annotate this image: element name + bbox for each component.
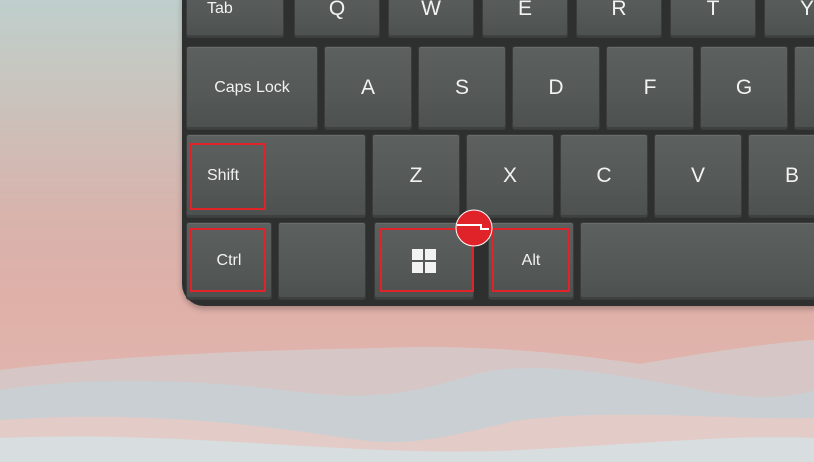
key-f[interactable]: F [606, 46, 694, 130]
key-v[interactable]: V [654, 134, 742, 218]
key-z[interactable]: Z [372, 134, 460, 218]
key-c[interactable]: C [560, 134, 648, 218]
key-shift[interactable]: Shift [186, 134, 366, 218]
key-label: Shift [207, 167, 240, 184]
key-fn[interactable] [278, 222, 366, 300]
key-space[interactable] [580, 222, 814, 300]
key-label: A [360, 76, 375, 99]
desert-dunes-background [0, 340, 814, 462]
key-s[interactable]: S [418, 46, 506, 130]
key-label: T [706, 0, 720, 20]
key-tab[interactable]: Tab [186, 0, 284, 38]
key-label: Q [328, 0, 346, 20]
key-q[interactable]: Q [294, 0, 380, 38]
key-label: Ctrl [216, 252, 242, 269]
key-ctrl[interactable]: Ctrl [186, 222, 272, 300]
key-label: S [454, 76, 469, 99]
key-y[interactable]: Y [764, 0, 814, 38]
key-label: Alt [521, 252, 541, 269]
keyboard: Tab Q W E R T Y Caps Lock A S D F G Shif… [182, 0, 814, 306]
key-label: C [596, 164, 612, 187]
key-label: B [784, 164, 799, 187]
key-label: Y [799, 0, 814, 20]
key-x[interactable]: X [466, 134, 554, 218]
red-marker-icon [455, 209, 493, 247]
key-label: W [421, 0, 441, 20]
key-label: Z [409, 164, 423, 187]
key-caps-lock[interactable]: Caps Lock [186, 46, 318, 130]
key-r[interactable]: R [576, 0, 662, 38]
key-label: X [502, 164, 517, 187]
key-e[interactable]: E [482, 0, 568, 38]
key-alt[interactable]: Alt [488, 222, 574, 300]
key-h[interactable] [794, 46, 814, 130]
key-label: V [690, 164, 705, 187]
key-label: D [548, 76, 564, 99]
key-t[interactable]: T [670, 0, 756, 38]
key-a[interactable]: A [324, 46, 412, 130]
key-g[interactable]: G [700, 46, 788, 130]
key-w[interactable]: W [388, 0, 474, 38]
key-d[interactable]: D [512, 46, 600, 130]
key-label: G [735, 76, 753, 99]
key-label: F [643, 76, 657, 99]
windows-logo-icon [412, 249, 436, 273]
key-label: Tab [207, 0, 233, 17]
key-label: E [517, 0, 532, 20]
key-label: R [611, 0, 627, 20]
key-label: Caps Lock [214, 79, 290, 96]
key-b[interactable]: B [748, 134, 814, 218]
